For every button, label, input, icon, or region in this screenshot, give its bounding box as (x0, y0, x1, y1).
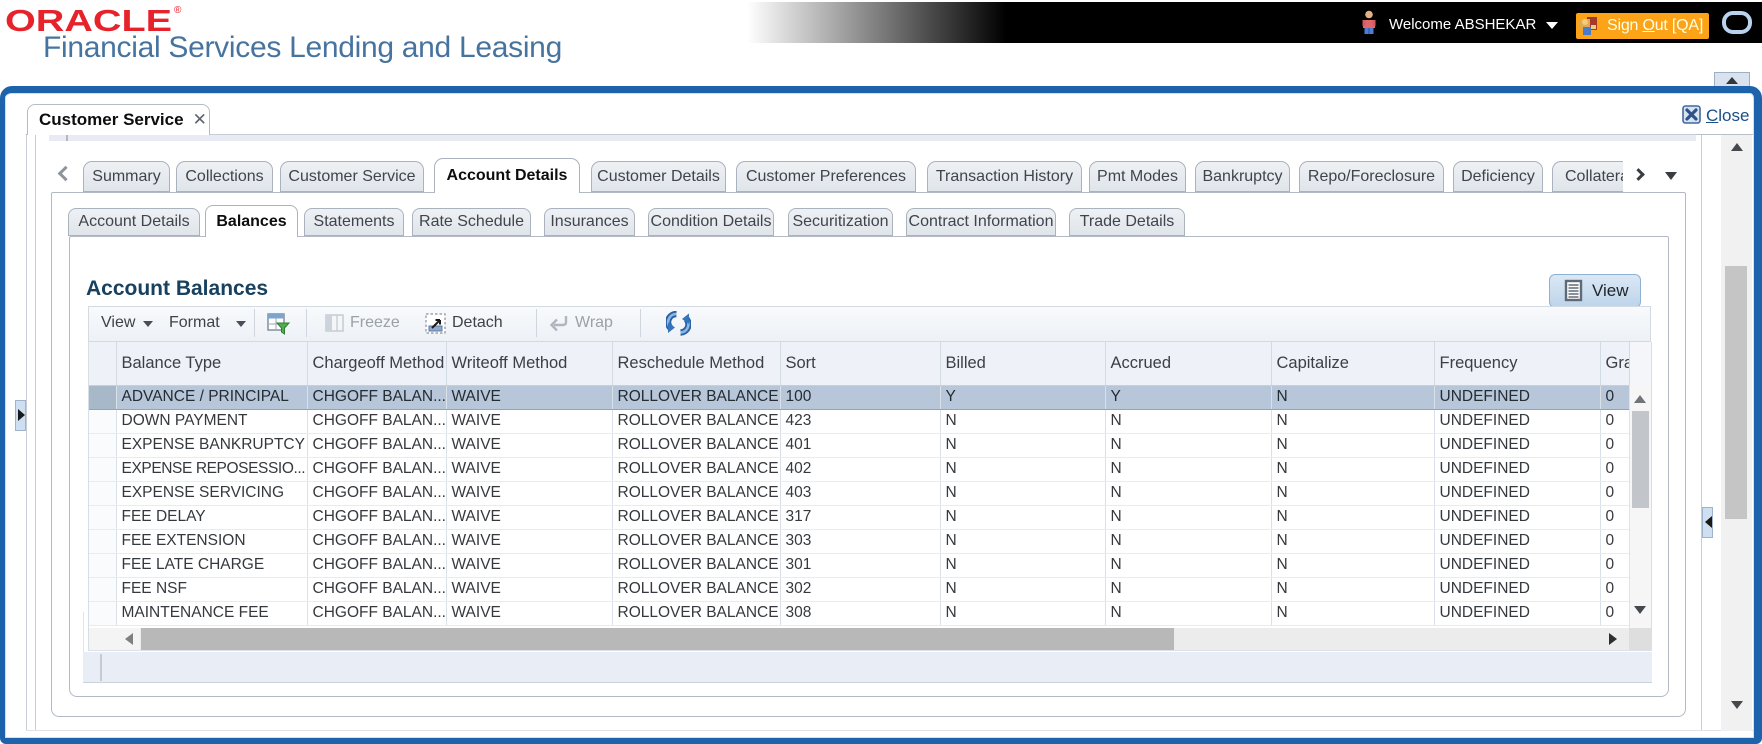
svg-text:®: ® (174, 5, 182, 16)
